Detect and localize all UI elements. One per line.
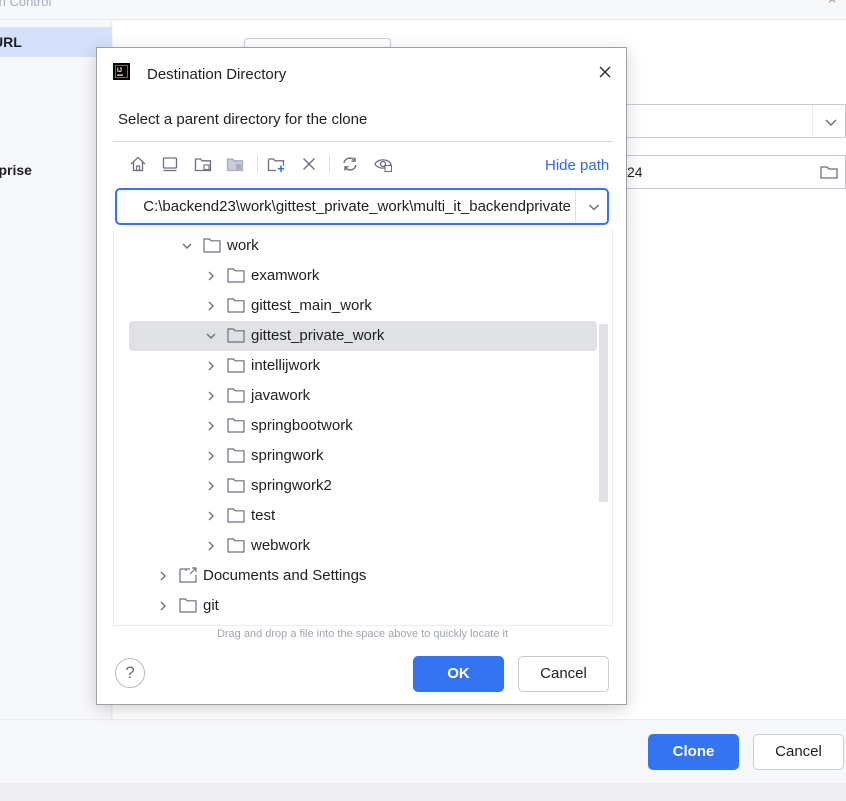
background-titlebar: sion Control × bbox=[0, 0, 846, 20]
refresh-icon[interactable] bbox=[337, 151, 363, 177]
folder-icon[interactable] bbox=[818, 161, 840, 183]
background-close-icon[interactable]: × bbox=[828, 0, 836, 7]
chevron-down-icon[interactable] bbox=[821, 112, 841, 132]
hide-path-link[interactable]: Hide path bbox=[545, 157, 609, 174]
tree-item-springwork2[interactable]: springwork2 bbox=[114, 471, 582, 501]
tree-item-work[interactable]: work bbox=[114, 231, 582, 261]
folder-icon bbox=[227, 448, 245, 463]
toolbar-separator bbox=[257, 155, 258, 173]
toolbar-separator bbox=[329, 155, 330, 173]
home-icon[interactable] bbox=[125, 151, 151, 177]
chevron-down-icon[interactable] bbox=[180, 239, 194, 253]
directory-tree[interactable]: work examwork gittest_main_work gittest_… bbox=[113, 229, 613, 626]
tree-item-javawork[interactable]: javawork bbox=[114, 381, 582, 411]
chevron-down-icon[interactable] bbox=[204, 329, 218, 343]
chevron-right-icon[interactable] bbox=[204, 389, 218, 403]
tree-item-gittest-private-work[interactable]: gittest_private_work bbox=[129, 321, 597, 351]
path-input[interactable]: C:\backend23\work\gittest_private_work\m… bbox=[117, 198, 573, 215]
tree-item-springbootwork[interactable]: springbootwork bbox=[114, 411, 582, 441]
folder-icon bbox=[227, 268, 245, 283]
chevron-right-icon[interactable] bbox=[204, 539, 218, 553]
module-folder-icon[interactable] bbox=[222, 151, 248, 177]
drag-drop-hint: Drag and drop a file into the space abov… bbox=[216, 628, 509, 640]
chevron-right-icon[interactable] bbox=[156, 569, 170, 583]
help-button[interactable]: ? bbox=[115, 658, 145, 688]
intellij-logo-icon: IJ bbox=[113, 63, 130, 80]
folder-icon bbox=[227, 418, 245, 433]
tree-scrollbar[interactable] bbox=[599, 324, 608, 502]
ok-button[interactable]: OK bbox=[413, 656, 504, 692]
chevron-right-icon[interactable] bbox=[204, 449, 218, 463]
folder-icon bbox=[227, 478, 245, 493]
chevron-right-icon[interactable] bbox=[204, 419, 218, 433]
dialog-description: Select a parent directory for the clone bbox=[118, 111, 368, 128]
path-field[interactable]: C:\backend23\work\gittest_private_work\m… bbox=[115, 188, 609, 225]
folder-icon bbox=[203, 238, 221, 253]
folder-link-icon bbox=[179, 567, 197, 583]
chevron-right-icon[interactable] bbox=[204, 299, 218, 313]
new-folder-icon[interactable] bbox=[263, 151, 289, 177]
tree-item-intellijwork[interactable]: intellijwork bbox=[114, 351, 582, 381]
folder-icon bbox=[227, 358, 245, 373]
folder-icon bbox=[227, 298, 245, 313]
chevron-right-icon[interactable] bbox=[204, 359, 218, 373]
background-cancel-button[interactable]: Cancel bbox=[753, 734, 844, 770]
background-directory-field[interactable]: 24 bbox=[622, 155, 846, 189]
chevron-right-icon[interactable] bbox=[204, 479, 218, 493]
folder-icon bbox=[227, 538, 245, 553]
chevron-down-icon[interactable] bbox=[584, 197, 604, 217]
tree-item-test[interactable]: test bbox=[114, 501, 582, 531]
chevron-right-icon[interactable] bbox=[204, 509, 218, 523]
background-title: sion Control bbox=[0, 0, 52, 9]
close-icon[interactable] bbox=[597, 64, 613, 80]
show-hidden-icon[interactable] bbox=[370, 151, 396, 177]
folder-icon bbox=[227, 388, 245, 403]
tree-item-examwork[interactable]: examwork bbox=[114, 261, 582, 291]
background-url-combo[interactable] bbox=[622, 104, 846, 138]
tree-item-git[interactable]: git bbox=[114, 591, 582, 621]
clone-button[interactable]: Clone bbox=[648, 734, 739, 770]
tree-item-gittest-main-work[interactable]: gittest_main_work bbox=[114, 291, 582, 321]
folder-icon bbox=[227, 328, 245, 343]
chevron-right-icon[interactable] bbox=[204, 269, 218, 283]
tree-item-documents-and-settings[interactable]: Documents and Settings bbox=[114, 561, 582, 591]
delete-icon[interactable] bbox=[296, 151, 322, 177]
folder-icon bbox=[179, 598, 197, 613]
folder-icon bbox=[227, 508, 245, 523]
background-bottom-strip bbox=[0, 783, 846, 801]
tree-item-springwork[interactable]: springwork bbox=[114, 441, 582, 471]
dialog-title: Destination Directory bbox=[147, 66, 287, 83]
chevron-right-icon[interactable] bbox=[156, 599, 170, 613]
cancel-button[interactable]: Cancel bbox=[518, 656, 609, 692]
tree-item-webwork[interactable]: webwork bbox=[114, 531, 582, 561]
svg-text:IJ: IJ bbox=[117, 68, 122, 74]
destination-directory-dialog: IJ Destination Directory Select a parent… bbox=[96, 47, 627, 705]
divider bbox=[113, 141, 613, 142]
desktop-icon[interactable] bbox=[157, 151, 183, 177]
project-folder-icon[interactable] bbox=[190, 151, 216, 177]
